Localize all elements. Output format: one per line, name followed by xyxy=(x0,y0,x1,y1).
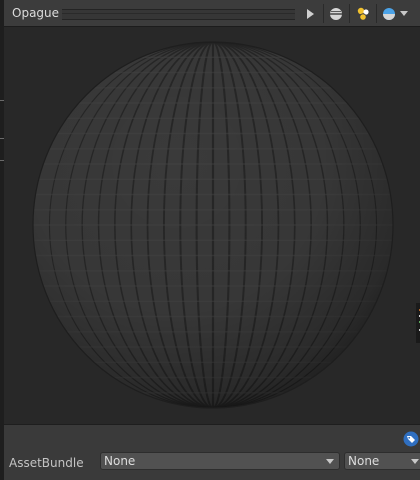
sphere-mesh-icon xyxy=(330,7,342,20)
play-icon xyxy=(307,8,314,19)
asset-bundle-bar: AssetBundle None None xyxy=(4,424,420,480)
preview-skybox-dropdown[interactable] xyxy=(379,3,411,24)
asset-bundle-name-dropdown[interactable]: None xyxy=(100,452,340,470)
material-preview-area[interactable] xyxy=(4,28,420,424)
asset-bundle-variant-value: None xyxy=(348,454,380,468)
asset-bundle-label: AssetBundle xyxy=(9,456,84,470)
material-title: Opague xyxy=(12,6,60,20)
preview-mesh-button[interactable] xyxy=(326,3,346,24)
chevron-down-icon xyxy=(411,459,419,464)
preview-header: Opague xyxy=(4,0,420,27)
separator xyxy=(323,4,324,23)
sphere-preview[interactable] xyxy=(32,41,394,409)
side-indicator xyxy=(416,303,420,343)
material-sphere xyxy=(32,41,394,409)
resize-grip[interactable] xyxy=(62,9,295,20)
chevron-down-icon xyxy=(400,10,408,16)
chevron-down-icon xyxy=(326,459,334,464)
asset-bundle-name-value: None xyxy=(104,454,136,468)
separator xyxy=(376,4,377,23)
separator xyxy=(349,4,350,23)
light-icon xyxy=(357,7,369,21)
preview-light-button[interactable] xyxy=(352,3,374,24)
asset-bundle-variant-dropdown[interactable]: None xyxy=(344,452,420,470)
skybox-icon xyxy=(383,7,395,20)
tag-button[interactable] xyxy=(403,431,419,447)
play-button[interactable] xyxy=(300,3,320,24)
tag-icon xyxy=(403,431,419,447)
